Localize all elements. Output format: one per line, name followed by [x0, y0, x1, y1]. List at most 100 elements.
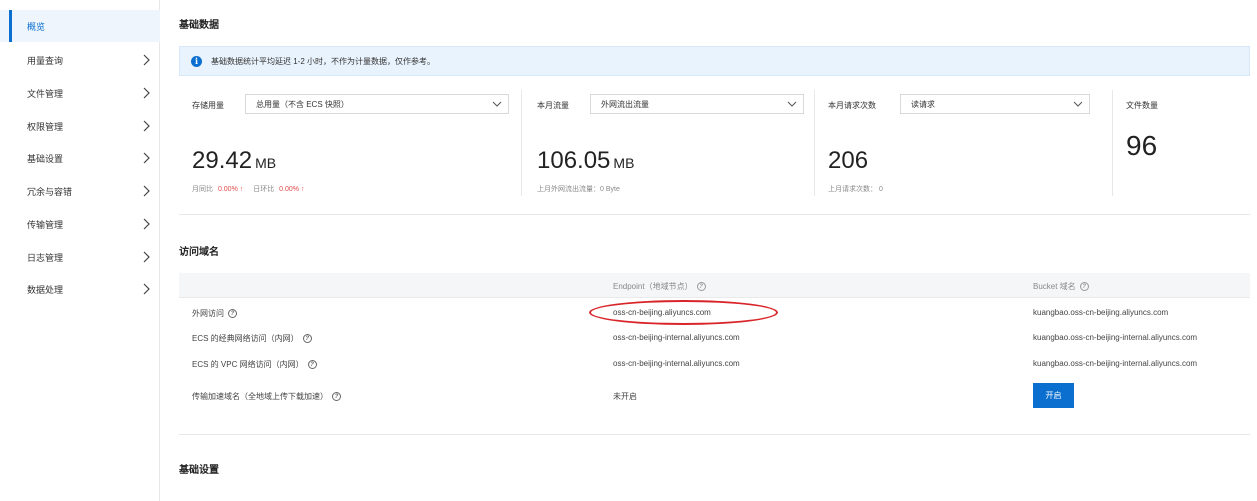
traffic-number: 106.05 — [537, 147, 611, 174]
mom-label: 月同比 — [192, 186, 213, 193]
chevron-right-icon — [143, 120, 150, 132]
help-icon[interactable]: ? — [332, 392, 341, 401]
row-name-label: 传输加速域名（全地域上传下载加速） — [192, 392, 328, 401]
sidebar-item-usage[interactable]: 用量查询 — [0, 44, 160, 76]
table-row: 外网访问 ? oss-cn-beijing.aliyuncs.com kuang… — [179, 300, 1250, 326]
endpoint-header-label: Endpoint（地域节点） — [613, 282, 693, 291]
traffic-label: 本月流量 — [537, 101, 569, 110]
files-label: 文件数量 — [1126, 101, 1158, 110]
table-row: ECS 的 VPC 网络访问（内网） ? oss-cn-beijing-inte… — [179, 351, 1250, 377]
sidebar-item-redundancy[interactable]: 冗余与容错 — [0, 175, 160, 207]
traffic-stat: 本月流量 外网流出流量 106.05 MB 上月外网流出流量：0 Byte — [523, 90, 813, 200]
chevron-right-icon — [143, 152, 150, 164]
endpoint-value: oss-cn-beijing-internal.aliyuncs.com — [613, 333, 740, 342]
stat-divider — [1112, 90, 1113, 196]
sidebar-item-label: 概览 — [27, 21, 46, 32]
notice-text: 基础数据统计平均延迟 1-2 小时，不作为计量数据，仅作参考。 — [211, 56, 436, 66]
table-row: ECS 的经典网络访问（内网） ? oss-cn-beijing-interna… — [179, 325, 1250, 351]
traffic-value: 106.05 MB — [537, 147, 634, 175]
section-divider — [179, 434, 1250, 435]
requests-last-month: 上月请求次数： 0 — [828, 186, 883, 193]
access-domains-title: 访问域名 — [179, 247, 219, 258]
storage-type-select[interactable]: 总用量（不含 ECS 快照） — [245, 94, 509, 114]
chevron-down-icon — [787, 101, 797, 107]
table-row: 传输加速域名（全地域上传下载加速） ? 未开启 开启 — [179, 383, 1250, 409]
row-name: 外网访问 ? — [192, 308, 237, 319]
stats-panel: 存储用量 总用量（不含 ECS 快照） 29.42 MB 月同比 0.00% ↑ … — [179, 90, 1250, 215]
chevron-down-icon — [1073, 101, 1083, 107]
info-notice: i 基础数据统计平均延迟 1-2 小时，不作为计量数据，仅作参考。 — [179, 46, 1250, 76]
sidebar-item-overview[interactable]: 概览 — [0, 10, 160, 42]
bucket-domain-value: kuangbao.oss-cn-beijing.aliyuncs.com — [1033, 308, 1169, 317]
endpoint-column-header: Endpoint（地域节点） ? — [613, 281, 706, 292]
enable-acceleration-button[interactable]: 开启 — [1033, 383, 1074, 408]
chevron-right-icon — [143, 87, 150, 99]
sidebar-item-label: 文件管理 — [27, 88, 64, 99]
chevron-right-icon — [143, 251, 150, 263]
sidebar-item-label: 传输管理 — [27, 219, 64, 230]
storage-number: 29.42 — [192, 147, 253, 174]
dod-label: 日环比 — [253, 186, 275, 193]
help-icon[interactable]: ? — [696, 282, 706, 291]
help-icon[interactable]: ? — [228, 309, 237, 318]
help-icon[interactable]: ? — [307, 360, 317, 369]
mom-value: 0.00% ↑ — [217, 186, 244, 193]
acceleration-status: 未开启 — [613, 392, 637, 401]
stat-divider — [521, 90, 522, 196]
chevron-right-icon — [143, 218, 150, 230]
sidebar-item-permissions[interactable]: 权限管理 — [0, 110, 160, 142]
traffic-type-select[interactable]: 外网流出流量 — [590, 94, 804, 114]
dod-value: 0.00% ↑ — [279, 186, 305, 193]
basic-settings-title: 基础设置 — [179, 465, 219, 476]
storage-select-value: 总用量（不含 ECS 快照） — [256, 99, 349, 109]
chevron-right-icon — [143, 185, 150, 197]
storage-label: 存储用量 — [192, 101, 224, 110]
traffic-select-value: 外网流出流量 — [601, 99, 649, 109]
sidebar-item-label: 冗余与容错 — [27, 186, 73, 197]
files-stat: 文件数量 96 — [1114, 90, 1250, 200]
files-value: 96 — [1126, 130, 1158, 161]
sidebar-item-files[interactable]: 文件管理 — [0, 77, 160, 109]
requests-select-value: 读请求 — [911, 99, 935, 109]
info-icon: i — [191, 55, 202, 67]
endpoint-value: oss-cn-beijing.aliyuncs.com — [613, 308, 711, 317]
sidebar-item-data-processing[interactable]: 数据处理 — [0, 273, 160, 305]
sidebar-item-label: 数据处理 — [27, 284, 64, 295]
help-icon[interactable]: ? — [302, 334, 312, 343]
bucket-domain-value: kuangbao.oss-cn-beijing-internal.aliyunc… — [1033, 359, 1198, 368]
traffic-last-month: 上月外网流出流量：0 Byte — [537, 186, 620, 193]
row-name: 传输加速域名（全地域上传下载加速） ? — [192, 391, 341, 402]
sidebar: 概览 用量查询 文件管理 权限管理 基础设置 冗余与容错 传输管理 日志管理 数… — [0, 0, 160, 501]
storage-unit: MB — [255, 155, 277, 171]
stat-divider — [814, 90, 815, 196]
storage-trend: 月同比 0.00% ↑ 日环比 0.00% ↑ — [192, 184, 304, 194]
sidebar-item-transfer[interactable]: 传输管理 — [0, 208, 160, 240]
traffic-unit: MB — [613, 155, 635, 171]
requests-stat: 本月请求次数 读请求 206 上月请求次数： 0 — [816, 90, 1106, 200]
requests-label: 本月请求次数 — [828, 101, 876, 110]
chevron-down-icon — [492, 101, 502, 107]
domains-table-header: Endpoint（地域节点） ? Bucket 域名 ? — [179, 273, 1250, 298]
row-name: ECS 的 VPC 网络访问（内网） ? — [192, 359, 317, 370]
bucket-column-header: Bucket 域名 ? — [1033, 281, 1089, 292]
row-name-label: 外网访问 — [192, 309, 224, 318]
row-name: ECS 的经典网络访问（内网） ? — [192, 333, 312, 344]
storage-stat: 存储用量 总用量（不含 ECS 快照） 29.42 MB 月同比 0.00% ↑ … — [179, 90, 519, 200]
row-name-label: ECS 的 VPC 网络访问（内网） — [192, 360, 304, 369]
endpoint-value: oss-cn-beijing-internal.aliyuncs.com — [613, 359, 740, 368]
chevron-right-icon — [143, 283, 150, 295]
sidebar-item-label: 用量查询 — [27, 55, 64, 66]
row-name-label: ECS 的经典网络访问（内网） — [192, 334, 299, 343]
bucket-domain-value: kuangbao.oss-cn-beijing-internal.aliyunc… — [1033, 333, 1198, 342]
storage-value: 29.42 MB — [192, 147, 276, 175]
sidebar-item-label: 基础设置 — [27, 153, 64, 164]
chevron-right-icon — [143, 54, 150, 66]
sidebar-item-label: 日志管理 — [27, 252, 64, 263]
bucket-header-label: Bucket 域名 — [1033, 282, 1076, 291]
requests-value: 206 — [828, 147, 869, 174]
sidebar-item-basic-settings[interactable]: 基础设置 — [0, 142, 160, 174]
help-icon[interactable]: ? — [1079, 282, 1089, 291]
sidebar-item-label: 权限管理 — [27, 121, 64, 132]
sidebar-item-logs[interactable]: 日志管理 — [0, 241, 160, 273]
requests-type-select[interactable]: 读请求 — [900, 94, 1090, 114]
